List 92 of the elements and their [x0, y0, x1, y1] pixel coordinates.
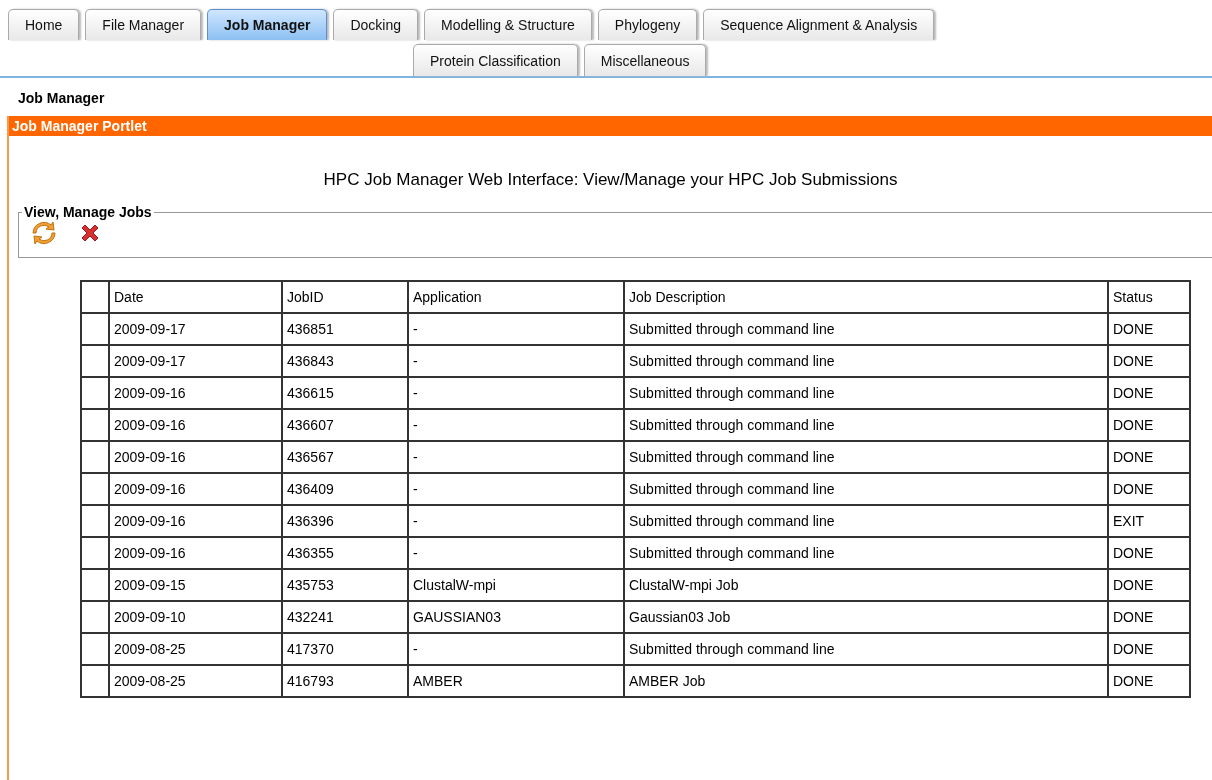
- table-cell: DONE: [1108, 345, 1190, 377]
- table-cell: [81, 345, 109, 377]
- table-cell: ClustalW-mpi: [408, 569, 624, 601]
- table-cell: Gaussian03 Job: [624, 601, 1108, 633]
- column-header: Status: [1108, 281, 1190, 313]
- table-cell: 436615: [282, 377, 408, 409]
- tab[interactable]: File Manager: [85, 9, 202, 40]
- table-cell: Submitted through command line: [624, 409, 1108, 441]
- table-cell: Submitted through command line: [624, 313, 1108, 345]
- table-cell: -: [408, 313, 624, 345]
- table-cell: [81, 441, 109, 473]
- table-cell: Submitted through command line: [624, 377, 1108, 409]
- table-cell: 2009-08-25: [109, 665, 282, 697]
- table-cell: 2009-09-16: [109, 473, 282, 505]
- table-cell: -: [408, 505, 624, 537]
- table-cell: [81, 601, 109, 633]
- table-cell: -: [408, 345, 624, 377]
- table-cell: EXIT: [1108, 505, 1190, 537]
- tab[interactable]: Protein Classification: [413, 44, 578, 76]
- tab[interactable]: Home: [8, 9, 80, 40]
- table-cell: -: [408, 377, 624, 409]
- table-cell: Submitted through command line: [624, 633, 1108, 665]
- table-cell: [81, 473, 109, 505]
- column-header: Job Description: [624, 281, 1108, 313]
- tab[interactable]: Sequence Alignment & Analysis: [703, 9, 935, 40]
- table-cell: 2009-09-10: [109, 601, 282, 633]
- table-cell: DONE: [1108, 441, 1190, 473]
- table-cell: [81, 377, 109, 409]
- table-cell: ClustalW-mpi Job: [624, 569, 1108, 601]
- table-cell: 2009-09-16: [109, 537, 282, 569]
- portlet-title-bar: Job Manager Portlet: [9, 116, 1212, 136]
- table-cell: Submitted through command line: [624, 441, 1108, 473]
- table-cell: [81, 281, 109, 313]
- refresh-icon[interactable]: [31, 220, 57, 246]
- table-cell: 435753: [282, 569, 408, 601]
- table-cell: Submitted through command line: [624, 537, 1108, 569]
- table-cell: Submitted through command line: [624, 473, 1108, 505]
- table-cell: Submitted through command line: [624, 345, 1108, 377]
- table-cell: GAUSSIAN03: [408, 601, 624, 633]
- table-cell: -: [408, 473, 624, 505]
- tab[interactable]: Miscellaneous: [583, 44, 707, 76]
- column-header: JobID: [282, 281, 408, 313]
- table-cell: 436567: [282, 441, 408, 473]
- table-cell: DONE: [1108, 409, 1190, 441]
- table-cell: 2009-09-16: [109, 409, 282, 441]
- table-cell: [81, 665, 109, 697]
- table-cell: [81, 633, 109, 665]
- tab[interactable]: Job Manager: [207, 9, 328, 40]
- table-cell: 2009-09-16: [109, 505, 282, 537]
- table-cell: 2009-09-17: [109, 345, 282, 377]
- table-cell: DONE: [1108, 633, 1190, 665]
- table-cell: 436355: [282, 537, 408, 569]
- table-cell: AMBER Job: [624, 665, 1108, 697]
- fieldset-legend: View, Manage Jobs: [22, 204, 154, 220]
- table-cell: [81, 409, 109, 441]
- table-cell: 2009-09-15: [109, 569, 282, 601]
- column-header: Date: [109, 281, 282, 313]
- tab[interactable]: Modelling & Structure: [424, 9, 592, 40]
- table-cell: 2009-09-16: [109, 377, 282, 409]
- table-cell: 416793: [282, 665, 408, 697]
- table-cell: Submitted through command line: [624, 505, 1108, 537]
- table-cell: 432241: [282, 601, 408, 633]
- table-cell: DONE: [1108, 569, 1190, 601]
- portlet-heading: HPC Job Manager Web Interface: View/Manage your HPC Job Submissions: [322, 170, 899, 191]
- table-cell: 436396: [282, 505, 408, 537]
- table-cell: -: [408, 441, 624, 473]
- table-cell: 2009-08-25: [109, 633, 282, 665]
- table-cell: 2009-09-17: [109, 313, 282, 345]
- table-cell: 436409: [282, 473, 408, 505]
- table-cell: -: [408, 537, 624, 569]
- table-cell: 417370: [282, 633, 408, 665]
- table-cell: 436607: [282, 409, 408, 441]
- table-cell: -: [408, 409, 624, 441]
- table-cell: DONE: [1108, 601, 1190, 633]
- table-cell: DONE: [1108, 377, 1190, 409]
- table-cell: [81, 505, 109, 537]
- table-cell: AMBER: [408, 665, 624, 697]
- tab[interactable]: Phylogeny: [597, 9, 698, 40]
- table-cell: 2009-09-16: [109, 441, 282, 473]
- table-cell: DONE: [1108, 473, 1190, 505]
- table-cell: DONE: [1108, 313, 1190, 345]
- table-cell: DONE: [1108, 537, 1190, 569]
- column-header: Application: [408, 281, 624, 313]
- table-cell: [81, 537, 109, 569]
- table-cell: DONE: [1108, 665, 1190, 697]
- page-title: Job Manager: [17, 89, 106, 108]
- table-cell: -: [408, 633, 624, 665]
- table-cell: 436843: [282, 345, 408, 377]
- tab[interactable]: Docking: [333, 9, 418, 40]
- table-cell: [81, 313, 109, 345]
- table-cell: 436851: [282, 313, 408, 345]
- table-cell: [81, 569, 109, 601]
